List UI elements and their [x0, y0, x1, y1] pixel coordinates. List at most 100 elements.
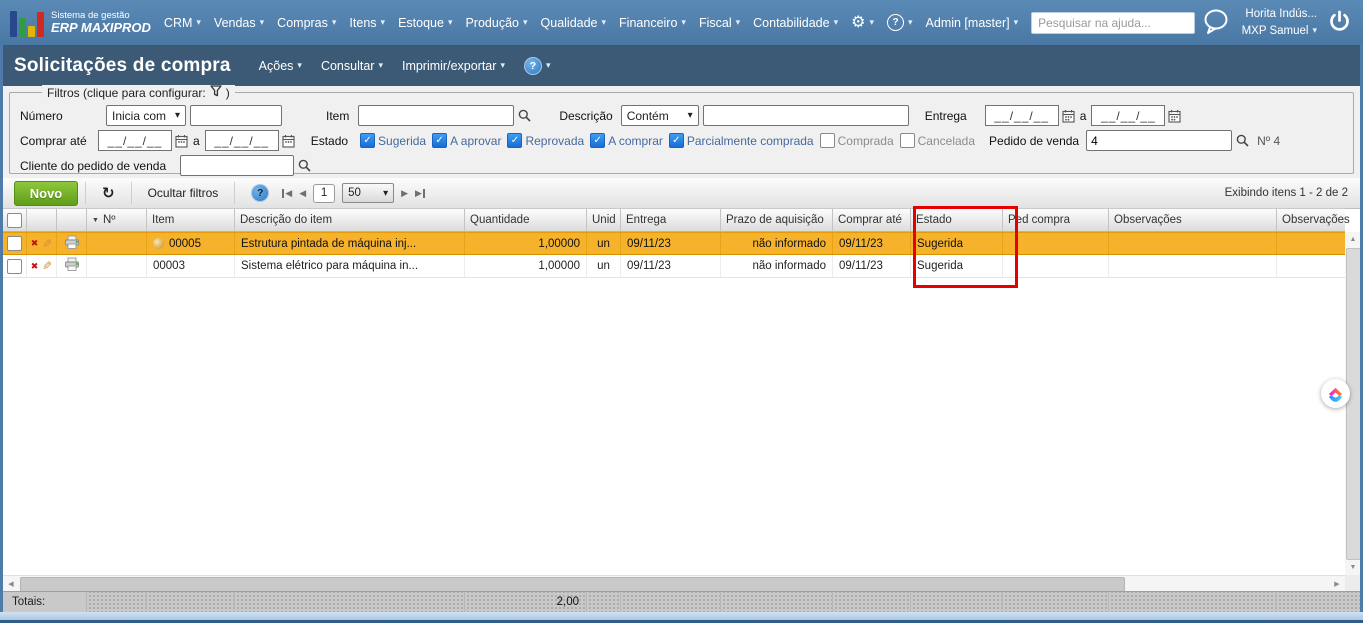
- horizontal-scrollbar-thumb[interactable]: [20, 577, 1125, 592]
- header-observacoes-2[interactable]: Observações: [1277, 209, 1357, 231]
- edit-pencil-icon[interactable]: ✎: [42, 237, 52, 251]
- calendar-icon[interactable]: [282, 134, 295, 148]
- table-row[interactable]: ✖ ✎ 00005 Estrutura pintada de máquina i…: [3, 232, 1345, 255]
- horizontal-scrollbar[interactable]: ◀ ▶: [3, 575, 1345, 592]
- search-icon[interactable]: [1236, 134, 1249, 147]
- scroll-left-button[interactable]: ◀: [3, 576, 19, 591]
- menu-crm[interactable]: CRM: [164, 16, 201, 30]
- menu-estoque[interactable]: Estoque: [398, 16, 452, 30]
- checkbox-a-comprar[interactable]: [590, 133, 606, 148]
- filters-legend[interactable]: Filtros (clique para configurar: ): [42, 85, 235, 100]
- header-ped-compra[interactable]: Ped compra: [1003, 209, 1109, 231]
- menu-imprimir-exportar[interactable]: Imprimir/exportar: [402, 59, 505, 73]
- clickup-widget-button[interactable]: [1321, 379, 1350, 408]
- descricao-input[interactable]: [702, 105, 909, 126]
- chat-icon[interactable]: [1201, 8, 1231, 38]
- header-no[interactable]: ▼ Nº: [87, 209, 147, 231]
- novo-button[interactable]: Novo: [14, 180, 78, 206]
- delete-icon[interactable]: ✖: [31, 238, 39, 249]
- checkbox-a-aprovar-label[interactable]: A aprovar: [450, 134, 501, 148]
- checkbox-a-comprar-label[interactable]: A comprar: [608, 134, 663, 148]
- cliente-pedido-input[interactable]: [180, 155, 294, 176]
- scroll-down-button[interactable]: ▼: [1345, 560, 1361, 575]
- menu-itens[interactable]: Itens: [349, 16, 385, 30]
- search-icon[interactable]: [518, 109, 531, 122]
- checkbox-comprada-label[interactable]: Comprada: [838, 134, 894, 148]
- menu-producao[interactable]: Produção: [465, 16, 527, 30]
- print-icon[interactable]: [64, 257, 80, 275]
- numero-operator-select[interactable]: Inicia com: [106, 105, 186, 126]
- user-company: Horita Indús...: [1245, 8, 1317, 21]
- checkbox-a-aprovar[interactable]: [432, 133, 448, 148]
- checkbox-comprada[interactable]: [819, 133, 835, 148]
- calendar-icon[interactable]: [1062, 109, 1075, 123]
- page-size-select[interactable]: 50: [342, 183, 395, 203]
- user-menu[interactable]: Horita Indús... MXP Samuel: [1242, 6, 1317, 38]
- menu-compras[interactable]: Compras: [277, 16, 336, 30]
- pedido-venda-input[interactable]: [1086, 130, 1233, 151]
- checkbox-reprovada-label[interactable]: Reprovada: [525, 134, 584, 148]
- search-icon[interactable]: [298, 159, 311, 172]
- checkbox-cancelada[interactable]: [899, 133, 915, 148]
- menu-consultar[interactable]: Consultar: [321, 59, 383, 73]
- checkbox-sugerida-label[interactable]: Sugerida: [378, 134, 426, 148]
- item-input[interactable]: [358, 105, 515, 126]
- vertical-scrollbar-thumb[interactable]: [1346, 248, 1361, 560]
- app-window: Sistema de gestão ERP MAXIPROD CRM Venda…: [0, 0, 1363, 623]
- page-help-button[interactable]: ?: [523, 56, 551, 75]
- menu-qualidade[interactable]: Qualidade: [541, 16, 607, 30]
- header-unid[interactable]: Unid: [587, 209, 621, 231]
- settings-menu[interactable]: ⚙: [851, 14, 874, 31]
- comprar-ate-date-to[interactable]: __/__/__: [204, 130, 279, 151]
- menu-vendas[interactable]: Vendas: [214, 16, 264, 30]
- first-page-button[interactable]: ◀: [282, 188, 292, 199]
- header-quantidade[interactable]: Quantidade: [465, 209, 587, 231]
- checkbox-parcialmente-comprada[interactable]: [668, 133, 684, 148]
- calendar-icon[interactable]: [175, 134, 188, 148]
- checkbox-sugerida[interactable]: [360, 133, 376, 148]
- refresh-button[interactable]: ↻: [93, 182, 124, 205]
- power-icon[interactable]: [1328, 10, 1351, 36]
- header-estado[interactable]: Estado: [911, 209, 1003, 231]
- checkbox-cancelada-label[interactable]: Cancelada: [918, 134, 975, 148]
- edit-pencil-icon[interactable]: ✎: [42, 259, 52, 273]
- help-menu[interactable]: ?: [887, 14, 913, 31]
- header-prazo[interactable]: Prazo de aquisição: [721, 209, 833, 231]
- menu-contabilidade[interactable]: Contabilidade: [753, 16, 838, 30]
- menu-acoes[interactable]: Ações: [259, 59, 302, 73]
- brand-logo[interactable]: Sistema de gestão ERP MAXIPROD: [10, 9, 151, 37]
- print-icon[interactable]: [64, 235, 80, 253]
- menu-fiscal[interactable]: Fiscal: [699, 16, 740, 30]
- scroll-right-button[interactable]: ▶: [1329, 576, 1345, 591]
- header-observacoes[interactable]: Observações: [1109, 209, 1277, 231]
- row-checkbox[interactable]: [7, 258, 22, 274]
- vertical-scrollbar[interactable]: ▲ ▼: [1345, 232, 1361, 575]
- funnel-icon[interactable]: [210, 85, 222, 100]
- calendar-icon[interactable]: [1168, 109, 1181, 123]
- numero-input[interactable]: [190, 105, 282, 126]
- last-page-button[interactable]: ▶: [415, 188, 425, 199]
- row-checkbox[interactable]: [7, 236, 22, 251]
- header-item[interactable]: Item: [147, 209, 235, 231]
- table-row[interactable]: ✖ ✎ 00003 Sistema elétrico para máquina …: [3, 255, 1345, 278]
- grid-help-button[interactable]: ?: [242, 182, 278, 205]
- current-page-box[interactable]: 1: [313, 183, 336, 203]
- admin-menu[interactable]: Admin [master]: [926, 16, 1019, 30]
- help-search-input[interactable]: [1031, 11, 1196, 34]
- select-all-checkbox[interactable]: [7, 212, 22, 228]
- scroll-up-button[interactable]: ▲: [1345, 232, 1361, 247]
- ocultar-filtros-button[interactable]: Ocultar filtros: [139, 182, 228, 205]
- next-page-button[interactable]: ▶: [401, 188, 408, 199]
- delete-icon[interactable]: ✖: [31, 261, 39, 272]
- prev-page-button[interactable]: ◀: [299, 188, 306, 199]
- checkbox-parcialmente-comprada-label[interactable]: Parcialmente comprada: [687, 134, 814, 148]
- comprar-ate-date-from[interactable]: __/__/__: [98, 130, 172, 151]
- entrega-date-to[interactable]: __/__/__: [1091, 105, 1166, 126]
- descricao-operator-select[interactable]: Contém: [620, 105, 699, 126]
- entrega-date-from[interactable]: __/__/__: [984, 105, 1059, 126]
- checkbox-reprovada[interactable]: [507, 133, 523, 148]
- header-descricao[interactable]: Descrição do item: [235, 209, 465, 231]
- header-entrega[interactable]: Entrega: [621, 209, 721, 231]
- header-comprar-ate[interactable]: Comprar até: [833, 209, 911, 231]
- menu-financeiro[interactable]: Financeiro: [619, 16, 686, 30]
